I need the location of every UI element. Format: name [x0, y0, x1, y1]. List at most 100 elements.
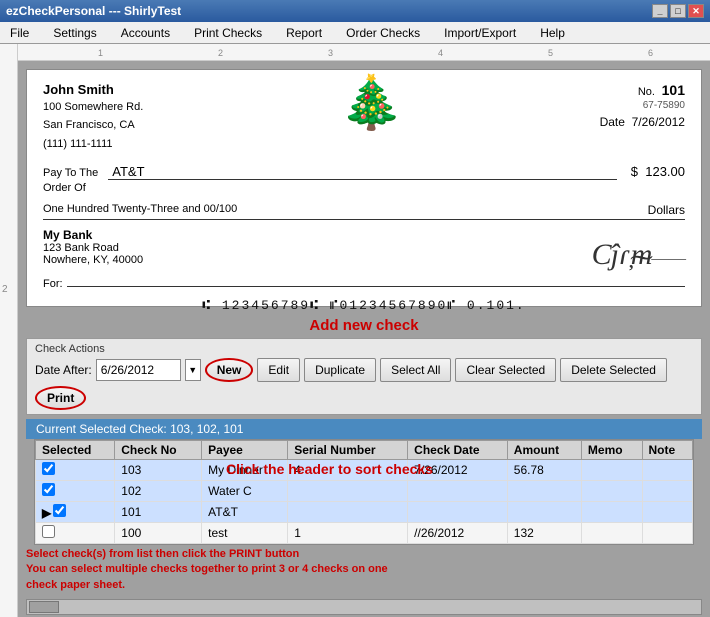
- col-payee[interactable]: Payee: [202, 440, 288, 459]
- check-actions-row: Date After: ▼ New Edit Duplicate Select …: [35, 358, 693, 410]
- duplicate-button[interactable]: Duplicate: [304, 358, 376, 382]
- row-cell: 100: [115, 522, 202, 543]
- check-table: Selected Check No Payee Serial Number Ch…: [35, 440, 693, 544]
- menu-import-export[interactable]: Import/Export: [438, 24, 522, 42]
- title-bar: ezCheckPersonal --- ShirlyTest _ □ ✕: [0, 0, 710, 22]
- col-amount[interactable]: Amount: [507, 440, 581, 459]
- check-actions-title: Check Actions: [35, 343, 693, 355]
- amount-value: 123.00: [645, 164, 685, 179]
- print-note-1: Select check(s) from list then click the…: [26, 547, 702, 562]
- date-after-input[interactable]: [96, 359, 181, 381]
- new-button[interactable]: New: [205, 358, 254, 382]
- check-preview: John Smith 100 Somewhere Rd. San Francis…: [26, 69, 702, 307]
- edit-button[interactable]: Edit: [257, 358, 300, 382]
- row-cell: 102: [115, 480, 202, 501]
- ruler: 1 2 3 4 5 6: [18, 44, 710, 61]
- order-of-label: Order Of: [43, 181, 98, 195]
- row-cell: [507, 501, 581, 522]
- pay-to-label: Pay To The: [43, 166, 98, 180]
- col-memo[interactable]: Memo: [581, 440, 642, 459]
- check-no-value: 101: [662, 82, 685, 98]
- check-decoration: 🎄: [339, 77, 404, 129]
- amount-symbol: $: [631, 164, 638, 179]
- bottom-notes: Select check(s) from list then click the…: [26, 547, 702, 593]
- menu-settings[interactable]: Settings: [47, 24, 102, 42]
- row-checkbox[interactable]: [42, 483, 55, 496]
- print-note-3: check paper sheet.: [26, 578, 702, 593]
- check-address-1: 100 Somewhere Rd.: [43, 99, 143, 116]
- row-checkbox[interactable]: [42, 462, 55, 475]
- bank-name: My Bank: [43, 228, 143, 242]
- check-address-3: (111) 111-1111: [43, 136, 143, 153]
- menu-print-checks[interactable]: Print Checks: [188, 24, 268, 42]
- window-controls: _ □ ✕: [652, 4, 704, 18]
- menu-help[interactable]: Help: [534, 24, 571, 42]
- scroll-thumb[interactable]: [29, 601, 59, 613]
- check-no-label: No.: [638, 86, 655, 98]
- col-serial[interactable]: Serial Number: [288, 440, 408, 459]
- row-cell: [288, 480, 408, 501]
- col-note[interactable]: Note: [642, 440, 692, 459]
- date-dropdown[interactable]: ▼: [185, 359, 201, 381]
- left-ruler: 2: [0, 44, 18, 617]
- row-arrow: ▶: [42, 506, 51, 520]
- check-name: John Smith: [43, 82, 143, 97]
- bank-address-2: Nowhere, KY, 40000: [43, 254, 143, 266]
- row-cell: test: [202, 522, 288, 543]
- bank-address-1: 123 Bank Road: [43, 242, 143, 254]
- menu-report[interactable]: Report: [280, 24, 328, 42]
- row-cell: 4: [288, 459, 408, 480]
- table-row: 103My Dinner47/26/201256.78: [36, 459, 693, 480]
- close-button[interactable]: ✕: [688, 4, 704, 18]
- check-date: Date 7/26/2012: [600, 115, 685, 129]
- date-after-label: Date After:: [35, 363, 92, 377]
- row-cell: 56.78: [507, 459, 581, 480]
- table-row: 102Water C: [36, 480, 693, 501]
- row-cell: 103: [115, 459, 202, 480]
- bottom-scrollbar[interactable]: [26, 599, 702, 615]
- row-cell: [408, 480, 508, 501]
- row-cell: [581, 501, 642, 522]
- row-cell: [581, 522, 642, 543]
- row-cell: AT&T: [202, 501, 288, 522]
- table-row: 100test1//26/2012132: [36, 522, 693, 543]
- menu-accounts[interactable]: Accounts: [115, 24, 176, 42]
- check-table-container: Selected Check No Payee Serial Number Ch…: [34, 439, 694, 545]
- minimize-button[interactable]: _: [652, 4, 668, 18]
- main-content: 2 1 2 3 4 5 6 John Smith: [0, 44, 710, 617]
- micr-line: ⑆ 123456789⑆ ⑈01234567890⑈ 0.101.: [43, 298, 685, 313]
- check-date-label: Date: [600, 115, 625, 129]
- payee-name: AT&T: [108, 164, 617, 180]
- row-checkbox[interactable]: [42, 525, 55, 538]
- print-note-2: You can select multiple checks together …: [26, 562, 702, 577]
- signature: Cĵɾ̦ᵯ——: [592, 238, 685, 272]
- select-all-button[interactable]: Select All: [380, 358, 451, 382]
- row-cell: 101: [115, 501, 202, 522]
- row-checkbox[interactable]: [53, 504, 66, 517]
- maximize-button[interactable]: □: [670, 4, 686, 18]
- delete-selected-button[interactable]: Delete Selected: [560, 358, 667, 382]
- check-date-value: 7/26/2012: [632, 115, 685, 129]
- row-cell: //26/2012: [408, 522, 508, 543]
- col-check-no[interactable]: Check No: [115, 440, 202, 459]
- row-cell: [642, 522, 692, 543]
- row-selected-cell: [36, 480, 115, 501]
- col-check-date[interactable]: Check Date: [408, 440, 508, 459]
- for-label: For:: [43, 278, 63, 290]
- row-cell: [288, 501, 408, 522]
- menu-order-checks[interactable]: Order Checks: [340, 24, 426, 42]
- row-cell: [507, 480, 581, 501]
- menu-bar: File Settings Accounts Print Checks Repo…: [0, 22, 710, 44]
- annotation-add: Add new check: [18, 317, 710, 334]
- check-amount: $ 123.00: [631, 164, 685, 179]
- print-button[interactable]: Print: [35, 386, 86, 410]
- row-cell: [581, 459, 642, 480]
- row-selected-cell: [36, 522, 115, 543]
- row-cell: [642, 459, 692, 480]
- menu-file[interactable]: File: [4, 24, 35, 42]
- clear-selected-button[interactable]: Clear Selected: [455, 358, 556, 382]
- col-selected[interactable]: Selected: [36, 440, 115, 459]
- row-cell: 7/26/2012: [408, 459, 508, 480]
- row-selected-cell: ▶: [36, 501, 115, 522]
- amount-words: One Hundred Twenty-Three and 00/100: [43, 203, 237, 217]
